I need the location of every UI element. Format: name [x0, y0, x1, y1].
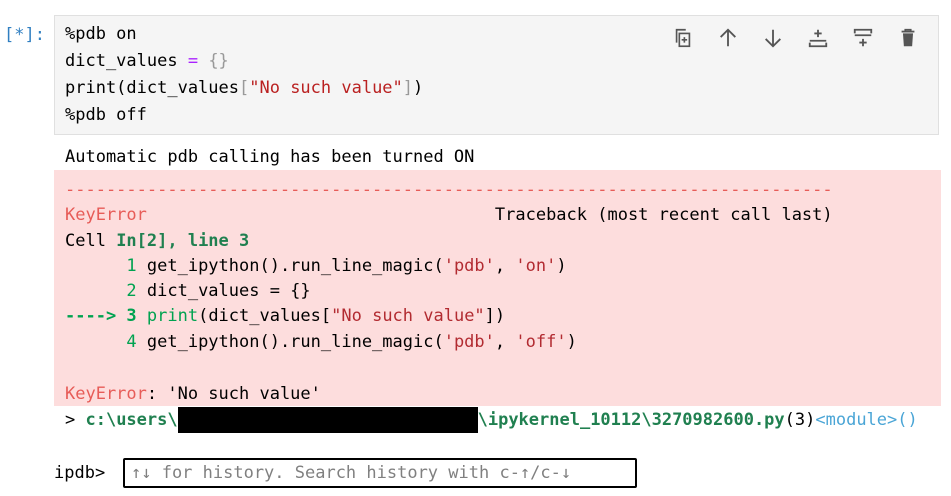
code-text: ]) [484, 306, 506, 326]
error-message: KeyError: 'No such value' [65, 382, 321, 407]
error-detail: : 'No such value' [146, 384, 321, 404]
code-line-1: %pdb on [65, 21, 137, 48]
traceback-cell-ref: Cell In[2], line 3 [65, 229, 249, 254]
code-string: 'off' [515, 332, 567, 352]
delete-cell-button[interactable] [885, 24, 930, 52]
insert-below-icon [853, 28, 872, 47]
traceback-line-3: ----> 3 print(dict_values["No such value… [65, 304, 505, 329]
pdb-location: > c:\users\ \ipykernel_10112\3270982600.p… [65, 407, 918, 433]
code-text: , [494, 256, 516, 276]
module-parens: () [897, 410, 918, 430]
code-text: dict_values = {} [146, 281, 311, 301]
insert-above-button[interactable] [795, 24, 840, 52]
code-string: 'pdb' [443, 332, 495, 352]
insert-above-icon [808, 29, 827, 48]
code-text: (dict_values[ [198, 306, 332, 326]
duplicate-icon [675, 28, 690, 48]
line-number: (3) [784, 410, 816, 430]
file-path: c:\users\ [85, 410, 178, 430]
code-line-2: dict_values = {} [65, 48, 229, 75]
file-path: \ipykernel_10112\3270982600.py [477, 410, 785, 430]
code-text: dict_values [65, 51, 188, 71]
code-text: print(dict_values [65, 78, 239, 98]
code-operator: = [187, 51, 199, 71]
pdb-info-output: Automatic pdb calling has been turned ON [65, 147, 475, 167]
code-text: %pdb on [65, 24, 137, 44]
code-text: %pdb off [65, 105, 147, 125]
traceback-line-4: 4 get_ipython().run_line_magic('pdb', 'o… [65, 330, 577, 355]
location-prefix: > [65, 410, 86, 430]
delete-icon [901, 28, 914, 47]
code-brace: ] [402, 78, 414, 98]
move-up-button[interactable] [705, 24, 750, 52]
code-string: "No such value" [249, 78, 403, 98]
code-line-3: print(dict_values["No such value"]) [65, 75, 423, 102]
move-down-button[interactable] [750, 24, 795, 52]
ipdb-input[interactable] [123, 458, 637, 488]
code-text: ) [556, 256, 567, 276]
code-string: "No such value" [331, 306, 485, 326]
cell-toolbar [660, 24, 930, 52]
error-name: KeyError [65, 384, 147, 404]
traceback-divider: ----------------------------------------… [65, 180, 833, 200]
code-text: get_ipython().run_line_magic( [146, 332, 444, 352]
error-name: KeyError [65, 205, 147, 225]
line-marker: 1 [65, 256, 147, 276]
cell-prefix: Cell [65, 231, 117, 251]
redaction-block [177, 407, 478, 433]
code-text: get_ipython().run_line_magic( [146, 256, 444, 276]
traceback-label: Traceback (most recent call last) [494, 205, 833, 225]
code-text: , [494, 332, 516, 352]
code-builtin: print [146, 306, 199, 326]
code-cell-input[interactable]: %pdb on dict_values = {} print(dict_valu… [54, 15, 939, 135]
move-up-icon [719, 28, 736, 47]
module-name: <module> [815, 410, 898, 430]
code-brace: {} [198, 51, 229, 71]
code-text: ) [413, 78, 424, 98]
insert-below-button[interactable] [840, 24, 885, 52]
current-line-marker: ----> 3 [65, 306, 147, 326]
code-brace: [ [239, 78, 250, 98]
cell-reference: In[2], line 3 [116, 231, 250, 251]
code-string: 'on' [515, 256, 557, 276]
traceback-output: ----------------------------------------… [54, 170, 941, 406]
code-string: 'pdb' [443, 256, 495, 276]
line-marker: 4 [65, 332, 147, 352]
cell-prompt: [*]: [4, 25, 45, 45]
code-line-4: %pdb off [65, 102, 147, 129]
move-down-icon [764, 29, 781, 48]
ipdb-prompt: ipdb> [54, 463, 106, 483]
traceback-line-1: 1 get_ipython().run_line_magic('pdb', 'o… [65, 254, 567, 279]
code-text: ) [566, 332, 577, 352]
line-marker: 2 [65, 281, 147, 301]
duplicate-cell-button[interactable] [660, 24, 705, 52]
traceback-header: KeyError Traceback (most recent call las… [65, 203, 833, 228]
traceback-line-2: 2 dict_values = {} [65, 279, 311, 304]
